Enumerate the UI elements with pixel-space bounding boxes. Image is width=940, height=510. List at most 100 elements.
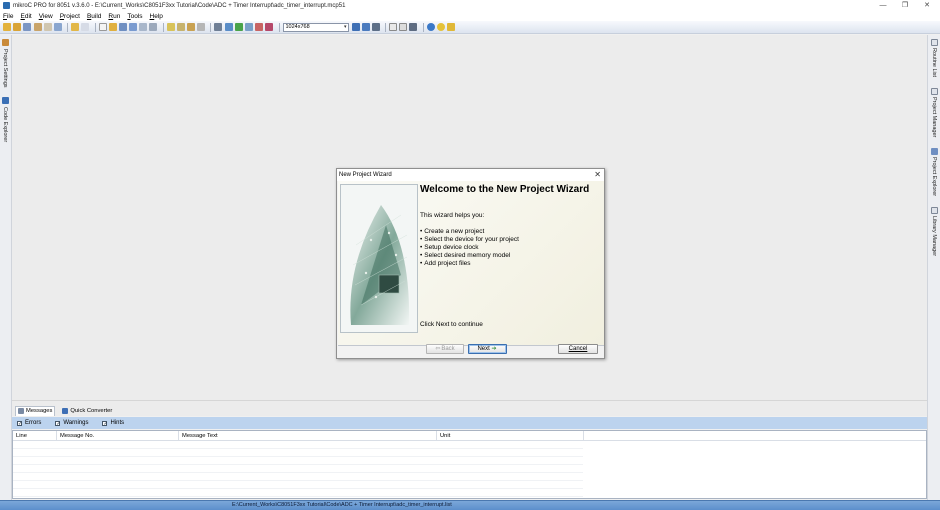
dialog-title: New Project Wizard [339,172,392,178]
column-header-line[interactable]: Line [13,431,57,441]
project-close-icon[interactable] [43,23,52,31]
edit-project-icon[interactable] [33,23,42,31]
status-file-path: E:\Current_Works\C8051F3xx Tutorial\Code… [232,502,452,508]
build-all-icon[interactable] [224,23,233,31]
remove-file-icon[interactable] [81,23,90,31]
help-icon[interactable] [426,23,435,31]
close-window-button[interactable]: ✕ [916,0,938,11]
tab-project-manager[interactable]: Project Manager [931,97,937,137]
program-icon[interactable] [234,23,243,31]
table-row [13,490,583,497]
save-project-icon[interactable] [23,23,32,31]
build-icon[interactable] [214,23,223,31]
toolbar-separator [385,22,387,32]
lcd-designer-icon[interactable] [409,23,418,31]
wizard-illustration [340,184,418,333]
layout-load-icon[interactable] [361,23,370,31]
cut-icon[interactable] [166,23,175,31]
close-file-icon[interactable] [139,23,148,31]
undo-icon[interactable] [197,23,206,31]
wizard-step: Select the device for your project [420,236,519,244]
chevron-down-icon: ▾ [343,23,347,30]
code-explorer-icon [2,97,9,104]
table-row [13,466,583,473]
wizard-steps: Create a new project Select the device f… [420,228,519,268]
restore-button[interactable]: ❐ [894,0,916,11]
cancel-button[interactable]: Cancel [558,344,598,354]
save-file-icon[interactable] [118,23,127,31]
next-button[interactable]: Next ➔ [468,344,507,354]
window-title: mikroC PRO for 8051 v.3.6.0 - E:\Current… [13,2,346,9]
new-project-icon[interactable] [3,23,11,31]
dialog-body: Welcome to the New Project Wizard This w… [338,181,604,346]
menu-bar: File Edit View Project Build Run Tools H… [0,11,940,21]
new-file-icon[interactable] [98,23,107,31]
table-row [13,474,583,481]
view-assembly-icon[interactable] [244,23,253,31]
seven-segment-icon[interactable] [399,23,408,31]
title-bar: mikroC PRO for 8051 v.3.6.0 - E:\Current… [0,0,940,11]
layout-delete-icon[interactable] [371,23,380,31]
tab-project-explorer[interactable]: Project Explorer [931,157,937,196]
tab-messages[interactable]: Messages [15,405,56,416]
menu-view[interactable]: View [39,13,53,20]
add-file-icon[interactable] [71,23,80,31]
main-toolbar: 1024x768 ▾ [0,21,940,34]
print-icon[interactable] [149,23,158,31]
statistics-icon[interactable] [255,23,264,31]
column-header-unit[interactable]: Unit [437,431,584,441]
menu-run[interactable]: Run [108,13,120,20]
errors-checkbox[interactable]: ✓ Errors [17,420,41,426]
menu-project[interactable]: Project [60,13,80,20]
project-manager-icon [931,88,938,95]
column-header-message-no[interactable]: Message No. [57,431,179,441]
tools-icon[interactable] [265,23,274,31]
open-project-icon[interactable] [13,23,22,31]
right-panel-strip: Routine List Project Manager Project Exp… [927,35,940,500]
tab-project-settings[interactable]: Project Settings [2,49,8,88]
toolbar-separator [422,22,424,32]
copy-icon[interactable] [176,23,185,31]
save-all-icon[interactable] [129,23,138,31]
tab-code-explorer[interactable]: Code Explorer [2,107,8,142]
ascii-chart-icon[interactable] [389,23,398,31]
resolution-select[interactable]: 1024x768 ▾ [282,22,349,32]
menu-help[interactable]: Help [150,13,163,20]
table-header: Line Message No. Message Text Unit [13,431,926,441]
check-icon: ✓ [55,420,61,427]
toolbar-separator [210,22,212,32]
tab-quick-converter[interactable]: Quick Converter [60,406,114,416]
messages-table: Line Message No. Message Text Unit [12,430,927,499]
menu-file[interactable]: File [3,13,14,20]
table-row [13,458,583,465]
dialog-close-icon[interactable]: ✕ [594,169,601,181]
project-settings-icon [2,39,9,46]
wizard-step: Create a new project [420,228,519,236]
back-button[interactable]: ⇦Back [426,344,464,354]
project-options-icon[interactable] [53,23,62,31]
wizard-step: Setup device clock [420,244,519,252]
about-icon[interactable] [436,23,445,31]
table-row [13,442,583,449]
menu-build[interactable]: Build [87,13,101,20]
minimize-button[interactable]: — [872,0,894,11]
column-header-message-text[interactable]: Message Text [179,431,437,441]
dialog-title-bar: New Project Wizard ✕ [337,169,604,181]
info-icon[interactable] [447,23,455,31]
menu-edit[interactable]: Edit [21,13,32,20]
hints-checkbox[interactable]: ✓ Hints [102,420,124,426]
paste-icon[interactable] [187,23,195,31]
left-panel-strip: Project Settings Code Explorer [0,35,12,500]
table-row [13,482,583,489]
open-file-icon[interactable] [108,23,117,31]
warnings-checkbox[interactable]: ✓ Warnings [55,420,88,426]
next-arrow-icon: ➔ [491,346,497,352]
check-icon: ✓ [17,420,23,427]
tab-library-manager[interactable]: Library Manager [931,216,937,256]
layout-save-icon[interactable] [351,23,360,31]
messages-panel-tabs: Messages Quick Converter [12,405,927,416]
project-explorer-icon [931,148,938,155]
toolbar-separator [162,22,164,32]
tab-routine-list[interactable]: Routine List [931,48,937,77]
menu-tools[interactable]: Tools [127,13,142,20]
